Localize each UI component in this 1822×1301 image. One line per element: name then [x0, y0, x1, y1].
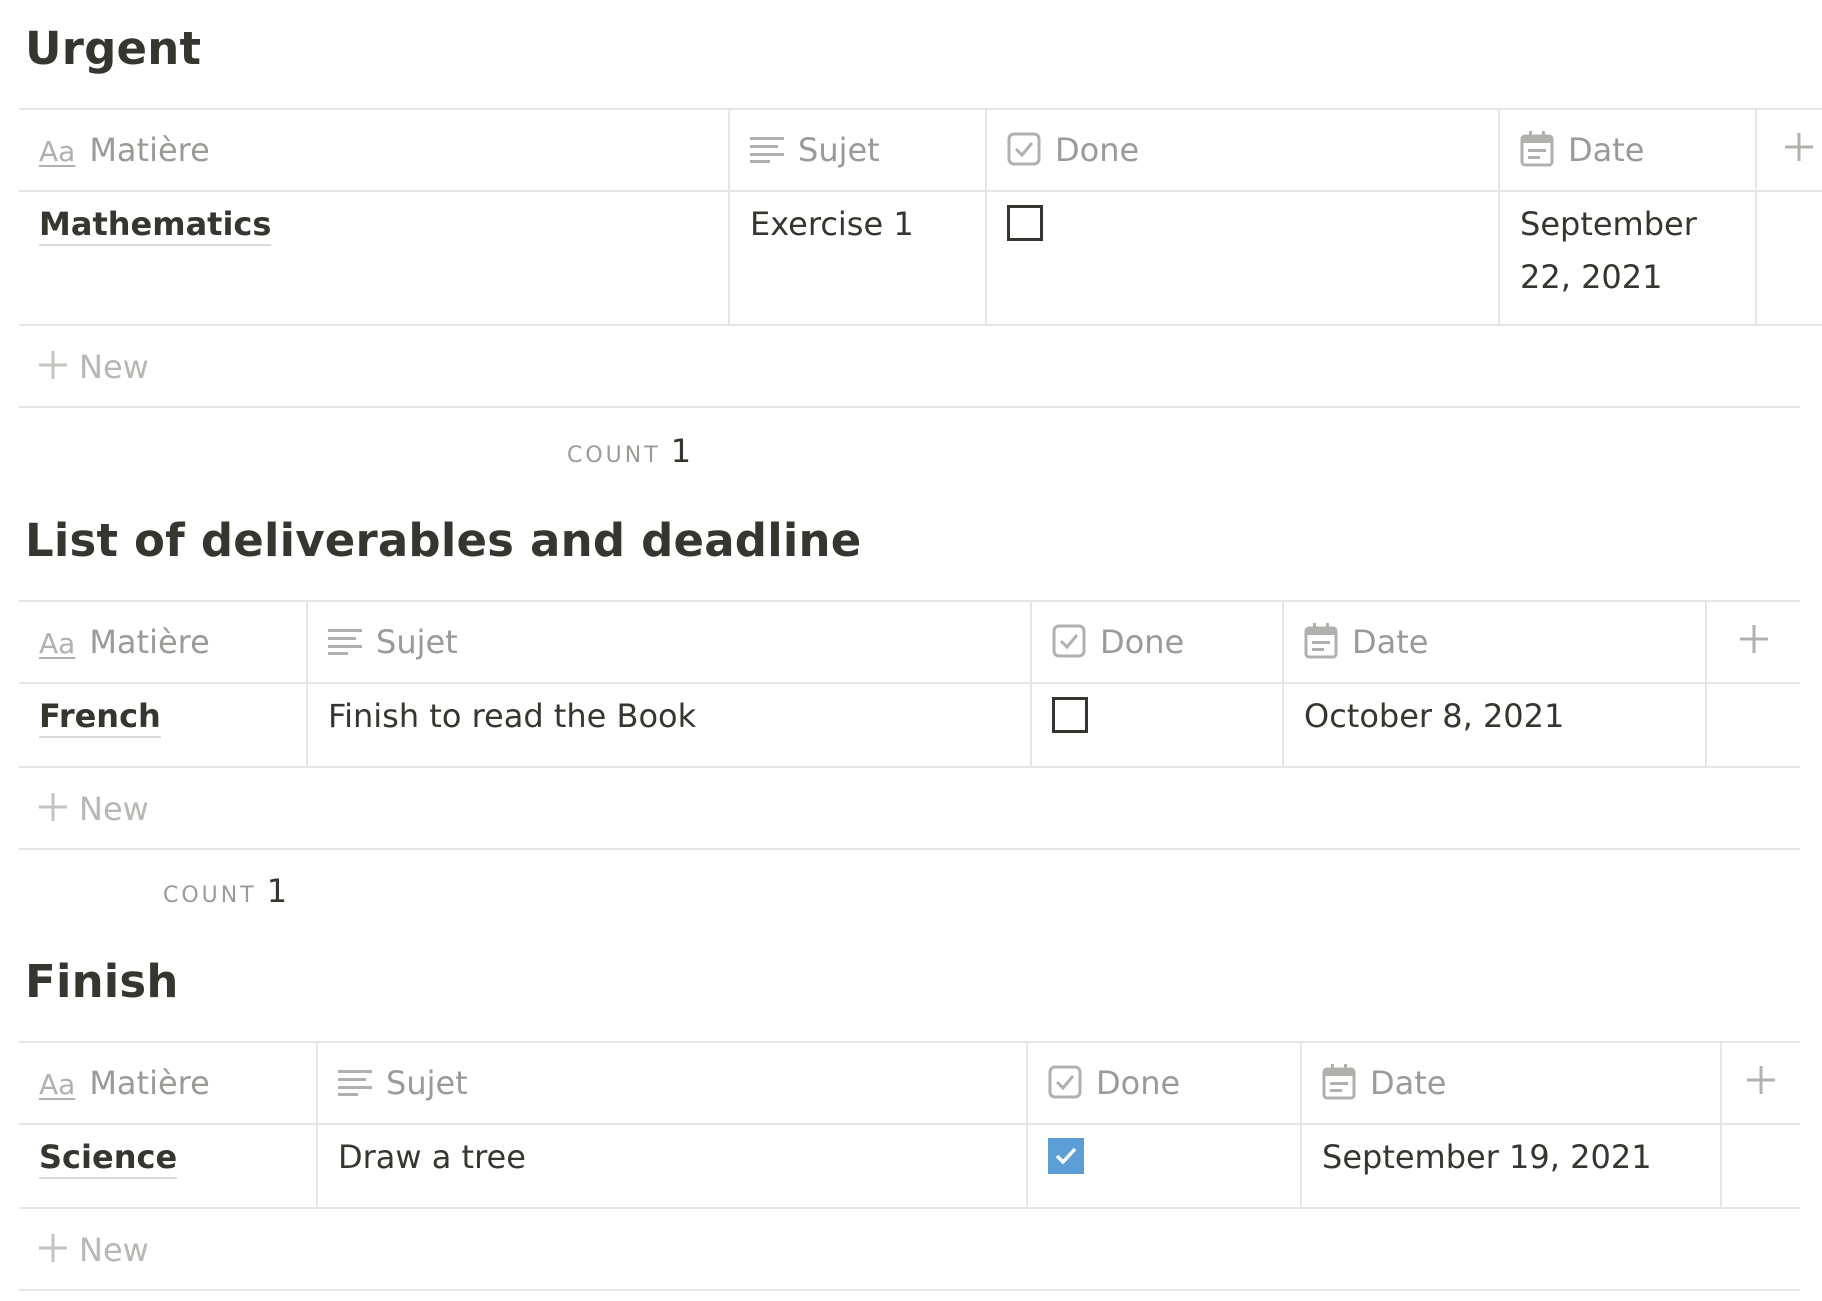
done-checkbox[interactable]: [1052, 697, 1088, 733]
database-table: Aa Matière Sujet Done Date Science Draw a…: [19, 1041, 1800, 1209]
new-row-label: New: [79, 348, 149, 386]
checkbox-icon: [1007, 132, 1041, 166]
header-row: Aa Matière Sujet Done Date: [19, 109, 1822, 192]
page-title-link[interactable]: Science: [39, 1138, 178, 1179]
column-label: Matière: [89, 131, 210, 169]
plus-icon: [39, 793, 67, 821]
text-lines-icon: [338, 1070, 372, 1096]
table-row[interactable]: French Finish to read the Book October 8…: [19, 683, 1800, 768]
cell-done[interactable]: [1027, 1124, 1302, 1209]
cell-sujet[interactable]: Finish to read the Book: [307, 683, 1032, 768]
calendar-icon: [1322, 1063, 1356, 1099]
new-row-button[interactable]: New: [19, 1211, 1800, 1291]
cell-date[interactable]: September 19, 2021: [1301, 1124, 1722, 1209]
column-label: Done: [1100, 623, 1185, 661]
plus-icon: [39, 1234, 67, 1262]
count-value: 1: [266, 872, 288, 910]
column-label: Date: [1352, 622, 1429, 661]
column-header-date[interactable]: Date: [1499, 109, 1757, 192]
column-header-sujet[interactable]: Sujet: [729, 109, 987, 192]
cell-sujet[interactable]: Exercise 1: [729, 191, 987, 326]
new-row-label: New: [79, 1231, 149, 1269]
plus-icon: [1747, 1066, 1775, 1094]
new-row-button[interactable]: New: [19, 770, 1800, 850]
cell-done[interactable]: [1031, 683, 1284, 768]
database-title[interactable]: Urgent: [25, 22, 201, 75]
header-row: Aa Matière Sujet Done Date: [19, 1042, 1800, 1125]
column-label: Sujet: [376, 623, 458, 661]
column-header-matiere[interactable]: Aa Matière: [19, 109, 730, 192]
done-checkbox[interactable]: [1007, 205, 1043, 241]
plus-icon: [1784, 133, 1813, 161]
column-label: Sujet: [386, 1064, 468, 1102]
database-section-deliverables: List of deliverables and deadline Aa Mati…: [19, 492, 1800, 932]
column-header-matiere[interactable]: Aa Matière: [19, 1042, 318, 1125]
add-property-button[interactable]: [1721, 1042, 1800, 1125]
new-row-label: New: [79, 790, 149, 828]
title-property-icon: Aa: [39, 135, 76, 168]
add-property-button[interactable]: [1756, 109, 1822, 192]
cell-date[interactable]: October 8, 2021: [1283, 683, 1707, 768]
cell-empty: [1756, 191, 1822, 326]
text-lines-icon: [750, 137, 784, 163]
page-title-link[interactable]: French: [39, 697, 161, 738]
calendar-icon: [1520, 130, 1554, 166]
column-label: Matière: [89, 1064, 210, 1102]
cell-matiere[interactable]: French: [19, 683, 308, 768]
column-header-sujet[interactable]: Sujet: [307, 601, 1032, 684]
count-label: COUNT: [163, 883, 257, 908]
table-row[interactable]: Science Draw a tree September 19, 2021: [19, 1124, 1800, 1209]
cell-matiere[interactable]: Science: [19, 1124, 318, 1209]
database-section-urgent: Urgent Aa Matière Sujet Done Date Mathema…: [19, 0, 1822, 480]
cell-matiere[interactable]: Mathematics: [19, 191, 730, 326]
text-lines-icon: [328, 629, 362, 655]
count-label: COUNT: [567, 443, 661, 468]
cell-date[interactable]: September 22, 2021: [1499, 191, 1757, 326]
cell-sujet[interactable]: Draw a tree: [317, 1124, 1028, 1209]
column-header-done[interactable]: Done: [986, 109, 1500, 192]
column-header-done[interactable]: Done: [1031, 601, 1284, 684]
cell-done[interactable]: [986, 191, 1500, 326]
table-row[interactable]: Mathematics Exercise 1 September 22, 202…: [19, 191, 1822, 326]
count-summary[interactable]: COUNT 1: [567, 432, 691, 470]
database-table: Aa Matière Sujet Done Date Mathematics Ex…: [19, 108, 1822, 326]
database-title[interactable]: Finish: [25, 955, 179, 1008]
column-header-matiere[interactable]: Aa Matière: [19, 601, 308, 684]
count-value: 1: [670, 432, 692, 470]
checkmark-icon: [1055, 1147, 1077, 1165]
plus-icon: [1739, 625, 1768, 653]
column-header-date[interactable]: Date: [1301, 1042, 1722, 1125]
title-property-icon: Aa: [39, 627, 76, 660]
column-label: Sujet: [798, 131, 880, 169]
header-row: Aa Matière Sujet Done Date: [19, 601, 1800, 684]
column-header-date[interactable]: Date: [1283, 601, 1707, 684]
column-label: Matière: [89, 623, 210, 661]
calendar-icon: [1304, 622, 1338, 658]
add-property-button[interactable]: [1706, 601, 1800, 684]
checkbox-icon: [1052, 624, 1086, 658]
column-label: Date: [1370, 1063, 1447, 1102]
title-property-icon: Aa: [39, 1068, 76, 1101]
database-section-finish: Finish Aa Matière Sujet Done Date Science…: [19, 933, 1800, 1301]
page-title-link[interactable]: Mathematics: [39, 205, 272, 246]
checkbox-icon: [1048, 1065, 1082, 1099]
cell-empty: [1706, 683, 1800, 768]
column-label: Date: [1568, 130, 1645, 169]
database-title[interactable]: List of deliverables and deadline: [25, 514, 861, 567]
done-checkbox-checked[interactable]: [1048, 1138, 1084, 1174]
cell-empty: [1721, 1124, 1800, 1209]
count-summary[interactable]: COUNT 1: [163, 872, 287, 910]
column-label: Done: [1096, 1064, 1181, 1102]
column-header-sujet[interactable]: Sujet: [317, 1042, 1028, 1125]
new-row-button[interactable]: New: [19, 328, 1800, 408]
plus-icon: [39, 351, 67, 379]
database-table: Aa Matière Sujet Done Date French Finish …: [19, 600, 1800, 768]
column-header-done[interactable]: Done: [1027, 1042, 1302, 1125]
column-label: Done: [1055, 131, 1140, 169]
